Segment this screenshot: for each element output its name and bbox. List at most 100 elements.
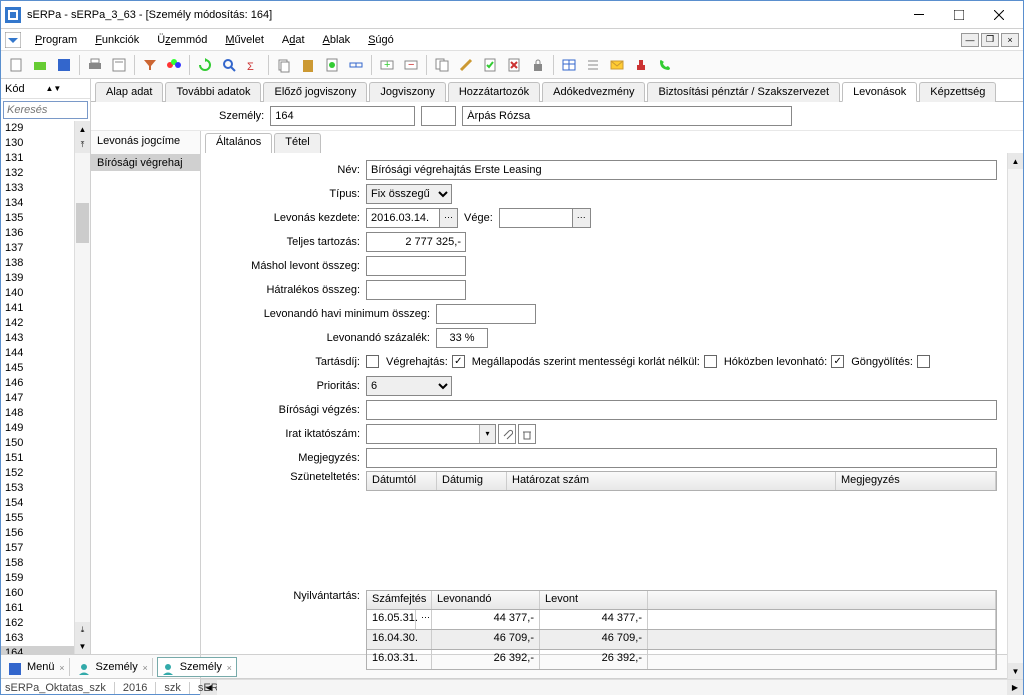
- toolbar-refresh-button[interactable]: [194, 54, 216, 76]
- kod-item[interactable]: 159: [1, 571, 74, 586]
- menu-funkciok[interactable]: Funkciók: [91, 32, 143, 48]
- minimize-button[interactable]: [899, 3, 939, 27]
- gongyolites-checkbox[interactable]: [917, 355, 930, 368]
- kod-item[interactable]: 129: [1, 121, 74, 136]
- megallapodas-checkbox[interactable]: [704, 355, 717, 368]
- toolbar-table-button[interactable]: [558, 54, 580, 76]
- kod-item[interactable]: 152: [1, 466, 74, 481]
- kod-item[interactable]: 147: [1, 391, 74, 406]
- megj-field[interactable]: [366, 448, 997, 468]
- col-levont[interactable]: Levont: [540, 591, 648, 609]
- kod-item[interactable]: 154: [1, 496, 74, 511]
- close-button[interactable]: [979, 3, 1019, 27]
- tab-kepzettseg[interactable]: Képzettség: [919, 82, 996, 102]
- menu-ablak[interactable]: Ablak: [319, 32, 355, 48]
- toolbar-phone-button[interactable]: [654, 54, 676, 76]
- kod-item[interactable]: 150: [1, 436, 74, 451]
- tipus-select[interactable]: Fix összegű: [366, 184, 452, 204]
- tab-close-icon[interactable]: ×: [227, 663, 232, 673]
- mdi-minimize-button[interactable]: —: [961, 33, 979, 47]
- kod-item[interactable]: 139: [1, 271, 74, 286]
- person-ext-field[interactable]: [421, 106, 456, 126]
- kezdete-picker-button[interactable]: ⋯: [440, 208, 458, 228]
- kod-item[interactable]: 151: [1, 451, 74, 466]
- kod-item[interactable]: 162: [1, 616, 74, 631]
- scroll-top-button[interactable]: ⤒: [75, 137, 90, 153]
- prio-select[interactable]: 6: [366, 376, 452, 396]
- toolbar-list-button[interactable]: [582, 54, 604, 76]
- toolbar-paste-button[interactable]: [297, 54, 319, 76]
- maximize-button[interactable]: [939, 3, 979, 27]
- tab-biztositasi[interactable]: Biztosítási pénztár / Szakszervezet: [647, 82, 840, 102]
- kod-item[interactable]: 161: [1, 601, 74, 616]
- kod-item[interactable]: 160: [1, 586, 74, 601]
- menu-uzemmod[interactable]: Üzemmód: [153, 32, 211, 48]
- vegzes-field[interactable]: [366, 400, 997, 420]
- col-megjegyzes[interactable]: Megjegyzés: [836, 472, 996, 490]
- scroll-down-button[interactable]: ▼: [1008, 663, 1023, 679]
- scroll-up-button[interactable]: ▲: [1008, 153, 1023, 169]
- kod-item[interactable]: 158: [1, 556, 74, 571]
- tab-close-icon[interactable]: ×: [59, 663, 64, 673]
- chevron-down-icon[interactable]: ▾: [479, 425, 495, 443]
- tartasdij-checkbox[interactable]: [366, 355, 379, 368]
- kod-item[interactable]: 153: [1, 481, 74, 496]
- irat-attach-button[interactable]: [498, 424, 516, 444]
- irat-combo[interactable]: ▾: [366, 424, 496, 444]
- toolbar-copy2-button[interactable]: [431, 54, 453, 76]
- kod-item[interactable]: 157: [1, 541, 74, 556]
- toolbar-preview-button[interactable]: [108, 54, 130, 76]
- kod-item[interactable]: 136: [1, 226, 74, 241]
- toolbar-filter-button[interactable]: [139, 54, 161, 76]
- toolbar-save-button[interactable]: [53, 54, 75, 76]
- toolbar-lock-button[interactable]: [527, 54, 549, 76]
- irat-delete-button[interactable]: [518, 424, 536, 444]
- kod-item[interactable]: 134: [1, 196, 74, 211]
- toolbar-pen-button[interactable]: [455, 54, 477, 76]
- kod-search-input[interactable]: [3, 101, 88, 119]
- bottom-tab-szemely-2[interactable]: Személy ×: [157, 657, 237, 677]
- scroll-thumb[interactable]: [76, 203, 89, 243]
- bottom-tab-szemely-1[interactable]: Személy ×: [74, 658, 153, 676]
- toolbar-color-button[interactable]: [163, 54, 185, 76]
- kod-scrollbar[interactable]: ▲ ⤒ ⤓ ▼: [74, 121, 90, 654]
- toolbar-link-button[interactable]: [345, 54, 367, 76]
- toolbar-doc2-button[interactable]: [321, 54, 343, 76]
- kod-item[interactable]: 133: [1, 181, 74, 196]
- szaz-field[interactable]: [436, 328, 488, 348]
- toolbar-print-button[interactable]: [84, 54, 106, 76]
- scroll-down-button[interactable]: ▼: [75, 638, 90, 654]
- cell-picker-button[interactable]: ⋯: [416, 610, 432, 629]
- kod-item[interactable]: 142: [1, 316, 74, 331]
- col-datumtol[interactable]: Dátumtól: [367, 472, 437, 490]
- kod-item[interactable]: 137: [1, 241, 74, 256]
- kod-item[interactable]: 131: [1, 151, 74, 166]
- hatra-field[interactable]: [366, 280, 466, 300]
- kod-item[interactable]: 132: [1, 166, 74, 181]
- col-szamfejtes[interactable]: Számfejtés: [367, 591, 432, 609]
- kod-item[interactable]: 141: [1, 301, 74, 316]
- kod-item[interactable]: 138: [1, 256, 74, 271]
- hokozben-checkbox[interactable]: [831, 355, 844, 368]
- kod-item[interactable]: 163: [1, 631, 74, 646]
- toolbar-del-button[interactable]: −: [400, 54, 422, 76]
- kod-item[interactable]: 156: [1, 526, 74, 541]
- teljes-field[interactable]: [366, 232, 466, 252]
- kezdete-field[interactable]: [366, 208, 440, 228]
- toolbar-mail-button[interactable]: [606, 54, 628, 76]
- nyilv-row[interactable]: 16.04.30. 46 709,- 46 709,-: [366, 630, 997, 650]
- tab-elozo-jogviszony[interactable]: Előző jogviszony: [263, 82, 367, 102]
- person-id-field[interactable]: [270, 106, 415, 126]
- horizontal-scrollbar[interactable]: ◀ ▶: [201, 679, 1023, 695]
- toolbar-calc-button[interactable]: Σ: [242, 54, 264, 76]
- menu-muvelet[interactable]: Művelet: [221, 32, 268, 48]
- tab-alap-adat[interactable]: Alap adat: [95, 82, 163, 102]
- tab-tovabbi-adatok[interactable]: További adatok: [165, 82, 261, 102]
- mdi-restore-button[interactable]: ❐: [981, 33, 999, 47]
- col-hatarozat[interactable]: Határozat szám: [507, 472, 836, 490]
- tab-levonasok[interactable]: Levonások: [842, 82, 917, 102]
- kod-item-selected[interactable]: 164: [1, 646, 74, 654]
- mdi-close-button[interactable]: ×: [1001, 33, 1019, 47]
- kod-list[interactable]: 129 130 131 132 133 134 135 136 137 138 …: [1, 121, 74, 654]
- kod-item[interactable]: 140: [1, 286, 74, 301]
